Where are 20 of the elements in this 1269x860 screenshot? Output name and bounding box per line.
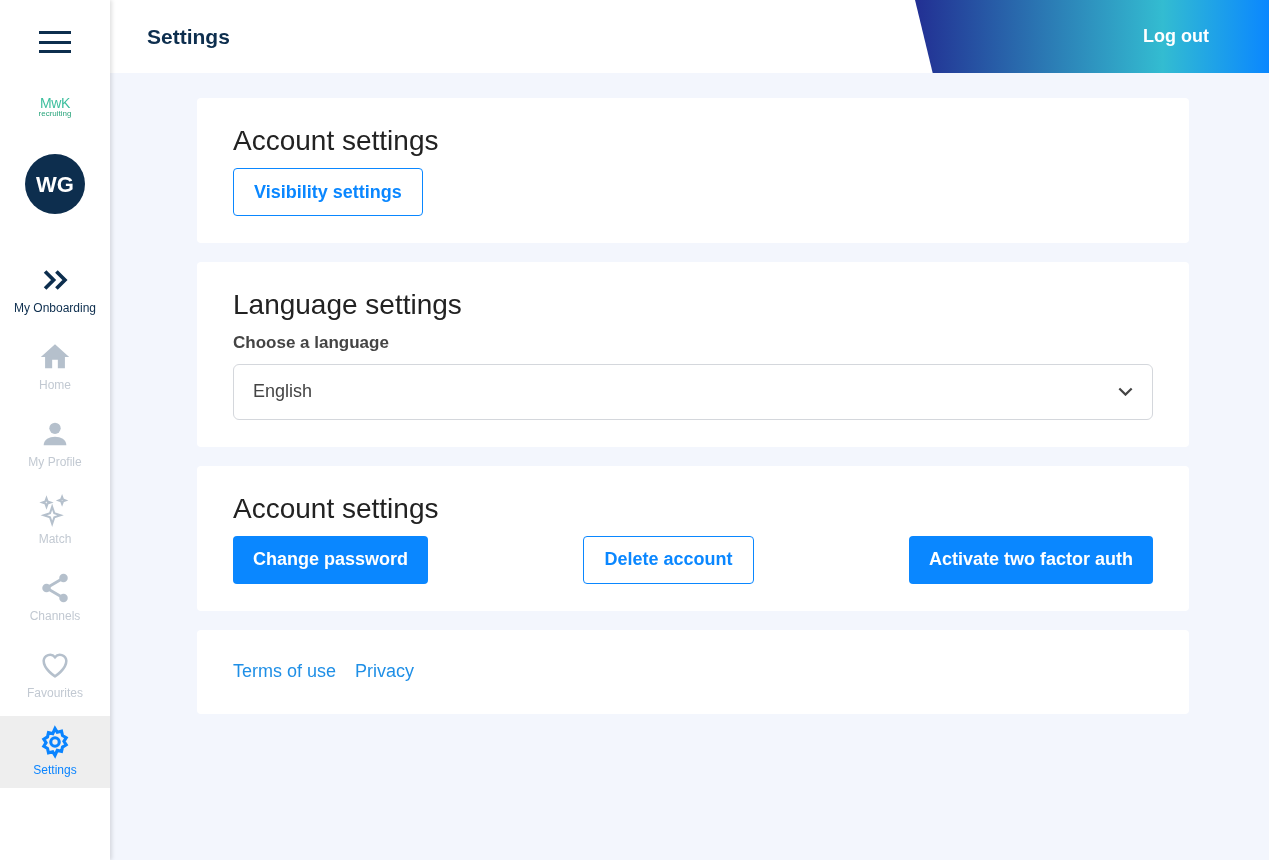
card-title: Language settings [233,288,463,322]
action-button[interactable]: Activate two factor auth [908,535,1153,584]
chevron-down-icon [1118,387,1133,396]
action-button[interactable]: Change password [233,535,429,584]
logout-button[interactable]: Log out [1143,23,1209,50]
page-title: Settings [147,23,230,50]
action-button[interactable]: Visibility settings [233,168,423,216]
action-button[interactable]: Delete account [583,535,754,584]
menu-icon[interactable] [39,31,71,53]
card-title: Account settings [233,491,440,526]
footer-link[interactable]: Privacy [355,657,415,685]
field-label: Choose a language [233,332,390,354]
avatar[interactable]: WG [25,154,85,214]
card-title: Account settings [233,124,440,158]
logo-subtitle: recruiting [38,110,72,118]
nav-item[interactable]: Settings [0,716,110,788]
nav-item[interactable]: My Onboarding [0,254,110,326]
logo-text: MwK [39,96,71,110]
footer-link[interactable]: Terms of use [233,657,337,685]
language-select[interactable]: English [233,363,1153,420]
